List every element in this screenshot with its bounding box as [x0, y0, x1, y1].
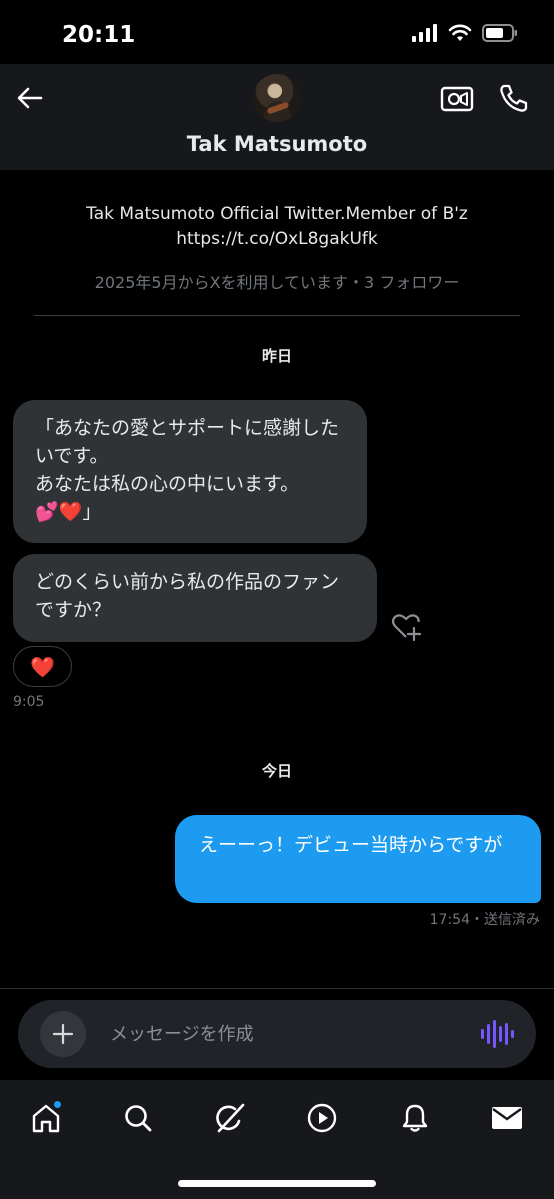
cellular-signal-icon [412, 24, 437, 42]
wifi-icon [448, 24, 472, 41]
video-call-icon[interactable] [440, 84, 474, 114]
attach-button[interactable] [40, 1011, 86, 1057]
status-bar: 20:11 [0, 0, 554, 64]
tab-search[interactable] [118, 1100, 158, 1136]
contact-name[interactable]: Tak Matsumoto [0, 132, 554, 156]
date-separator-today: 今日 [261, 762, 292, 780]
avatar-image [263, 84, 293, 122]
message-bubble-incoming[interactable]: どのくらい前から私の作品のファンですか？ [13, 554, 377, 642]
conversation-header: Tak Matsumoto [0, 64, 554, 170]
video-play-icon [307, 1103, 337, 1133]
add-reaction-icon[interactable] [390, 610, 422, 642]
tab-home[interactable] [26, 1100, 66, 1136]
message-time: 9:05 [13, 694, 45, 710]
reaction-badge[interactable]: ❤️ [13, 646, 72, 687]
mail-icon [492, 1107, 522, 1129]
date-separator-yesterday: 昨日 [261, 347, 292, 365]
status-icons [412, 24, 518, 42]
message-bubble-incoming[interactable]: 「あなたの愛とサポートに感謝したいです。 あなたは私の心の中にいます。 💕❤️」 [13, 400, 367, 543]
back-arrow-icon[interactable] [14, 82, 46, 114]
profile-bio-text: Tak Matsumoto Official Twitter.Member of… [86, 204, 468, 224]
home-indicator [178, 1180, 376, 1187]
notification-dot [53, 1100, 62, 1109]
tab-notifications[interactable] [395, 1100, 435, 1136]
profile-bio-link[interactable]: https://t.co/OxL8gakUfk [20, 227, 534, 252]
tab-grok[interactable] [210, 1100, 250, 1136]
tab-video[interactable] [302, 1100, 342, 1136]
voice-message-icon[interactable] [480, 1018, 514, 1050]
tab-messages[interactable] [487, 1100, 527, 1136]
heart-reaction: ❤️ [30, 654, 55, 679]
plus-icon [52, 1023, 74, 1045]
profile-bio: Tak Matsumoto Official Twitter.Member of… [20, 202, 534, 252]
battery-icon [482, 24, 517, 42]
search-icon [125, 1105, 152, 1132]
status-time: 20:11 [62, 22, 136, 48]
message-composer [18, 1000, 536, 1068]
profile-meta: 2025年5月からXを利用しています・3 フォロワー [94, 273, 460, 292]
message-input[interactable] [110, 1019, 460, 1049]
divider [34, 315, 520, 316]
grok-icon [216, 1103, 245, 1133]
message-status: 17:54・送信済み [429, 912, 540, 928]
phone-icon[interactable] [498, 82, 530, 114]
message-bubble-outgoing[interactable]: えーーっ！デビュー当時からですが [175, 815, 541, 903]
avatar[interactable] [253, 74, 301, 122]
bell-icon [402, 1104, 428, 1132]
